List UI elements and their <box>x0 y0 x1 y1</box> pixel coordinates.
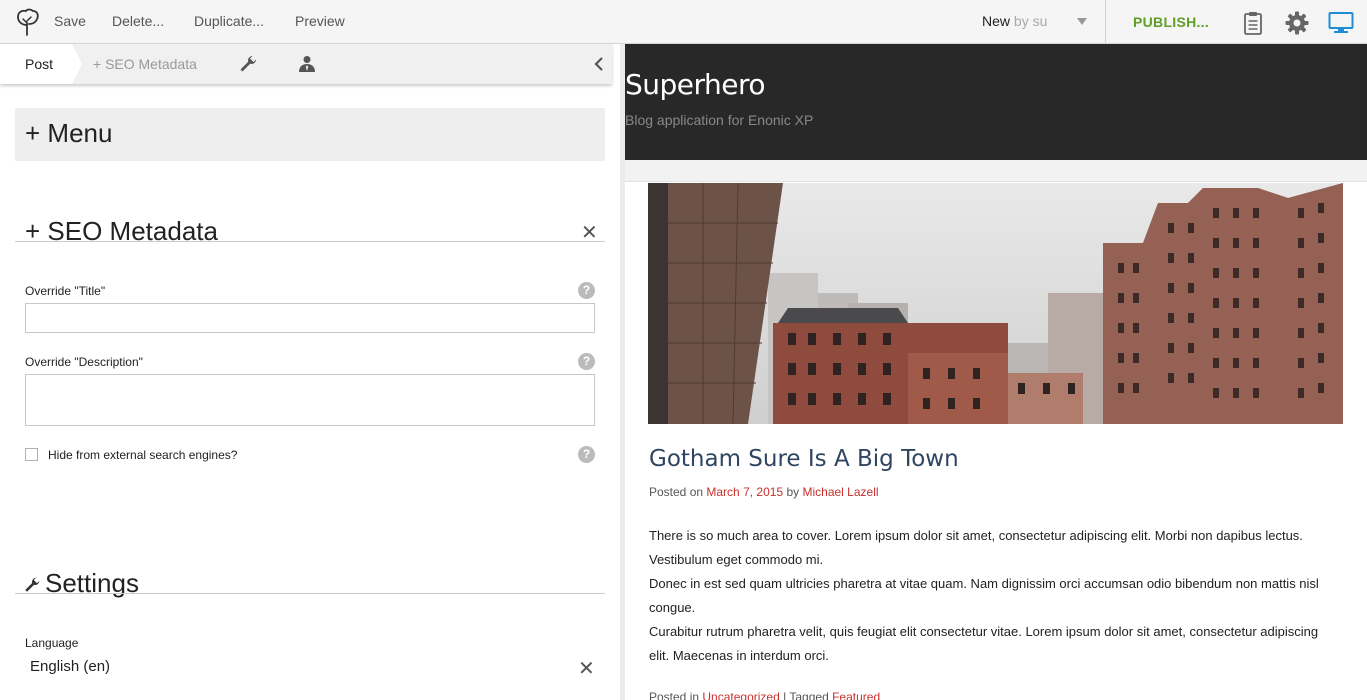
app-logo-icon[interactable] <box>12 7 42 37</box>
override-title-input[interactable] <box>25 303 595 333</box>
wrench-icon <box>25 577 40 592</box>
tab-post[interactable]: Post <box>0 44 82 84</box>
section-divider <box>15 593 605 594</box>
site-tagline: Blog application for Enonic XP <box>625 112 814 128</box>
help-icon[interactable]: ? <box>578 353 595 370</box>
plus-icon: + <box>25 118 41 148</box>
duplicate-button[interactable]: Duplicate... <box>194 13 264 29</box>
gear-icon[interactable] <box>1284 10 1310 36</box>
publish-button[interactable]: PUBLISH... <box>1133 14 1209 30</box>
form-tab-bar: Post + SEO Metadata <box>0 44 612 84</box>
post-paragraph: There is so much area to cover. Lorem ip… <box>649 528 1303 567</box>
section-divider <box>15 241 605 242</box>
menu-title-text: Menu <box>47 118 113 148</box>
save-button[interactable]: Save <box>54 13 86 29</box>
by-label: by <box>786 485 800 499</box>
tab-seo-metadata[interactable]: + SEO Metadata <box>93 56 197 72</box>
toolbar-divider <box>1105 0 1106 44</box>
clipboard-icon[interactable] <box>1240 10 1266 36</box>
language-label: Language <box>25 636 79 650</box>
tagged-label: Tagged <box>789 690 829 700</box>
tag-link[interactable]: Featured <box>832 690 880 700</box>
post-footer-meta: Posted in Uncategorized | Tagged Feature… <box>649 690 880 700</box>
hide-from-search-label: Hide from external search engines? <box>48 448 238 462</box>
tab-post-label: Post <box>25 56 54 72</box>
post-body: There is so much area to cover. Lorem ip… <box>649 524 1339 668</box>
posted-on-label: Posted on <box>649 485 704 499</box>
live-preview: Superhero Blog application for Enonic XP <box>625 44 1367 700</box>
post-meta: Posted on March 7, 2015 by Michael Lazel… <box>649 485 879 499</box>
menu-section-title: + Menu <box>25 118 112 149</box>
status-label: New <box>982 13 1011 29</box>
collapse-panel-icon[interactable] <box>592 56 606 72</box>
form-panel: Post + SEO Metadata + Menu + SEO Metadat… <box>0 44 620 700</box>
site-header: Superhero Blog application for Enonic XP <box>625 44 1367 160</box>
post-paragraph: Curabitur rutrum pharetra velit, quis fe… <box>649 624 1319 663</box>
menu-section[interactable]: + Menu <box>15 108 605 161</box>
category-link[interactable]: Uncategorized <box>702 690 779 700</box>
remove-language-icon[interactable]: ✕ <box>578 656 595 681</box>
settings-section-title: Settings <box>23 568 139 599</box>
wrench-icon[interactable] <box>238 54 258 74</box>
override-description-label: Override "Description" <box>25 355 143 369</box>
content-status[interactable]: New by su <box>982 13 1047 29</box>
override-description-input[interactable] <box>25 374 595 426</box>
main-toolbar: Save Delete... Duplicate... Preview New … <box>0 0 1367 44</box>
delete-button[interactable]: Delete... <box>112 13 164 29</box>
help-icon[interactable]: ? <box>578 282 595 299</box>
seo-section-title[interactable]: + SEO Metadata <box>25 216 218 247</box>
post-author-link[interactable]: Michael Lazell <box>802 485 878 499</box>
status-dropdown-icon[interactable] <box>1077 18 1087 25</box>
post-paragraph: Donec in est sed quam ultricies pharetra… <box>649 576 1319 615</box>
language-value: English (en) <box>30 658 111 675</box>
user-security-icon[interactable] <box>297 54 317 74</box>
monitor-icon[interactable] <box>1328 10 1354 36</box>
hide-from-search-checkbox[interactable] <box>25 448 38 461</box>
post-featured-image <box>648 183 1343 424</box>
post-title[interactable]: Gotham Sure Is A Big Town <box>649 446 959 472</box>
override-title-label: Override "Title" <box>25 284 106 298</box>
header-gap <box>625 160 1367 182</box>
status-author: by su <box>1013 13 1048 29</box>
posted-in-label: Posted in <box>649 690 700 700</box>
help-icon[interactable]: ? <box>578 446 595 463</box>
meta-separator: | <box>783 690 787 700</box>
site-title[interactable]: Superhero <box>625 68 766 101</box>
post-date-link[interactable]: March 7, 2015 <box>706 485 783 499</box>
preview-button[interactable]: Preview <box>295 13 345 29</box>
